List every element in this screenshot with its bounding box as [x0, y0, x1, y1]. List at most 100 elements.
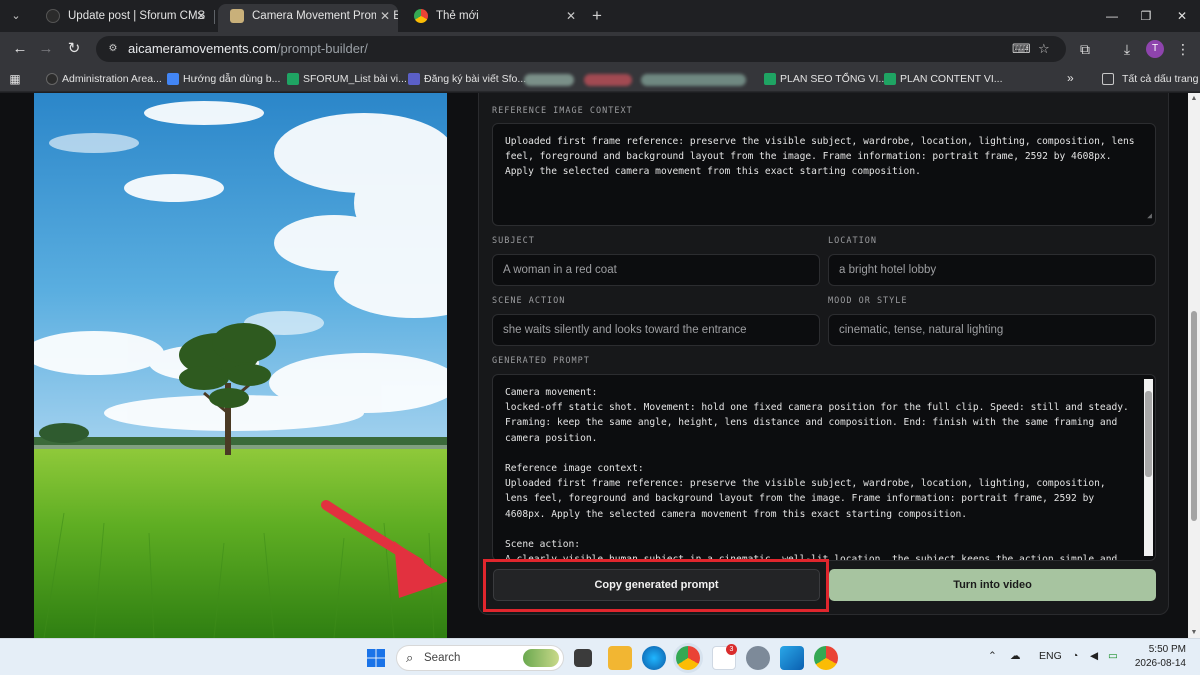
- taskbar-search-text: Search: [424, 652, 461, 664]
- blurred-bookmark[interactable]: [584, 74, 632, 86]
- bookmark-huong-dan[interactable]: Hướng dẫn dùng b...: [167, 71, 280, 87]
- subject-label: SUBJECT: [492, 236, 535, 246]
- camera-favicon-icon: [230, 9, 244, 23]
- bookmark-star-icon[interactable]: ☆: [1038, 41, 1050, 57]
- new-tab-plus-icon[interactable]: +: [592, 6, 602, 26]
- blurred-bookmark[interactable]: [641, 74, 746, 86]
- tab-camera-movement[interactable]: Camera Movement Prompt Buil ✕: [218, 4, 398, 32]
- page-scrollbar[interactable]: ▲ ▼: [1188, 93, 1200, 638]
- bookmark-dang-ky[interactable]: Đăng ký bài viết Sfo...: [408, 71, 526, 87]
- scroll-up-icon[interactable]: ▲: [1188, 95, 1200, 102]
- location-input[interactable]: a bright hotel lobby: [828, 254, 1156, 286]
- bookmark-plan-seo[interactable]: PLAN SEO TỔNG VI...: [764, 71, 887, 87]
- more-bookmarks-chevron-icon[interactable]: »: [1067, 71, 1074, 85]
- textarea-scrollbar[interactable]: [1144, 379, 1153, 556]
- forms-icon: [408, 73, 420, 85]
- system-clock[interactable]: 5:50 PM 2026-08-14: [1134, 643, 1186, 671]
- textarea-scroll-thumb[interactable]: [1145, 391, 1152, 477]
- mood-or-style-input[interactable]: cinematic, tense, natural lighting: [828, 314, 1156, 346]
- task-view-icon[interactable]: [574, 649, 592, 667]
- scroll-down-icon[interactable]: ▼: [1188, 629, 1200, 636]
- windows-taskbar: ⌕ Search 3 ⌃ ☁ ENG ◔ ◀ ▭ 5:50 PM 2026-08…: [0, 638, 1200, 675]
- tab-title: Update post | Sforum CMS: [68, 10, 206, 22]
- tab-separator: [214, 10, 215, 24]
- turn-into-video-button[interactable]: Turn into video: [829, 569, 1156, 601]
- onedrive-cloud-icon[interactable]: ☁: [1010, 650, 1021, 662]
- reload-icon[interactable]: ↻: [64, 39, 84, 59]
- mail-app-icon[interactable]: [780, 646, 804, 670]
- file-explorer-icon[interactable]: [608, 646, 632, 670]
- battery-icon[interactable]: ▭: [1108, 650, 1118, 662]
- browser-toolbar: ← → ↻ ⚙ aicameramovements.com/prompt-bui…: [0, 32, 1200, 66]
- reference-image-context-value: Uploaded first frame reference: preserve…: [505, 136, 1141, 178]
- generated-prompt-label: GENERATED PROMPT: [492, 356, 590, 366]
- minimize-icon[interactable]: —: [1102, 6, 1122, 26]
- settings-gear-icon[interactable]: [746, 646, 770, 670]
- chrome-favicon-icon: [414, 9, 428, 23]
- bookmark-label: Tất cả dấu trang: [1122, 73, 1199, 85]
- profile-avatar[interactable]: T: [1146, 40, 1164, 58]
- reference-image-context-textarea[interactable]: Uploaded first frame reference: preserve…: [492, 123, 1156, 226]
- page-scroll-thumb[interactable]: [1191, 311, 1197, 521]
- reference-image: [34, 93, 447, 638]
- windows-start-icon[interactable]: [364, 646, 388, 670]
- scene-action-input[interactable]: she waits silently and looks toward the …: [492, 314, 820, 346]
- sheets-icon: [764, 73, 776, 85]
- url-path: /prompt-builder/: [276, 41, 368, 56]
- extensions-puzzle-icon[interactable]: ⧉: [1076, 40, 1094, 58]
- tab-search-chevron-icon[interactable]: ⌄: [8, 8, 24, 24]
- close-tab-icon[interactable]: ✕: [566, 4, 576, 28]
- subject-input[interactable]: A woman in a red coat: [492, 254, 820, 286]
- tab-new-tab[interactable]: Thẻ mới ✕: [402, 4, 584, 32]
- apps-grid-icon[interactable]: ▦: [6, 70, 24, 88]
- sheets-icon: [287, 73, 299, 85]
- edge-browser-icon[interactable]: [642, 646, 666, 670]
- scene-action-label: SCENE ACTION: [492, 296, 566, 306]
- chrome-taskbar-icon[interactable]: [676, 646, 700, 670]
- restore-icon[interactable]: ❐: [1136, 6, 1156, 26]
- chrome-menu-icon[interactable]: ⋮: [1174, 40, 1192, 58]
- generated-prompt-value: Camera movement: locked-off static shot.…: [505, 387, 1129, 561]
- volume-icon[interactable]: ◀: [1090, 650, 1098, 662]
- bookmark-plan-content[interactable]: PLAN CONTENT VI...: [884, 71, 1003, 87]
- search-highlight-image: [523, 649, 559, 667]
- generated-prompt-textarea[interactable]: Camera movement: locked-off static shot.…: [492, 374, 1156, 561]
- url-host: aicameramovements.com: [128, 41, 277, 56]
- bookmark-administration[interactable]: Administration Area...: [46, 71, 162, 87]
- google-docs-icon: [167, 73, 179, 85]
- zalo-notification-badge: 3: [726, 644, 737, 655]
- red-highlight-box: [483, 559, 829, 612]
- language-indicator[interactable]: ENG: [1039, 650, 1062, 662]
- close-tab-icon[interactable]: ✕: [375, 4, 390, 28]
- address-bar[interactable]: ⚙ aicameramovements.com/prompt-builder/ …: [96, 36, 1066, 62]
- url-text[interactable]: aicameramovements.com/prompt-builder/: [128, 41, 368, 56]
- forward-arrow-icon[interactable]: →: [36, 39, 56, 59]
- tab-strip: ⌄ Update post | Sforum CMS ✕ Camera Move…: [0, 0, 1200, 32]
- translate-icon[interactable]: ⌨: [1012, 41, 1031, 57]
- sheets-icon: [884, 73, 896, 85]
- wifi-icon[interactable]: ◔: [1072, 650, 1078, 662]
- all-bookmarks-folder[interactable]: Tất cả dấu trang: [1102, 71, 1198, 87]
- chrome-profile-icon[interactable]: [814, 646, 838, 670]
- bookmark-sforum-list[interactable]: SFORUM_List bài vi...: [287, 71, 407, 87]
- bookmark-label: Hướng dẫn dùng b...: [183, 73, 281, 85]
- show-hidden-icons-chevron-icon[interactable]: ⌃: [988, 650, 997, 662]
- mood-or-style-label: MOOD OR STYLE: [828, 296, 908, 306]
- bookmarks-bar: ▦ Administration Area... Hướng dẫn dùng …: [0, 66, 1200, 92]
- taskbar-search-box[interactable]: ⌕ Search: [396, 645, 564, 671]
- site-info-icon[interactable]: ⚙: [106, 42, 120, 56]
- bookmark-label: Administration Area...: [62, 73, 162, 85]
- close-tab-icon[interactable]: ✕: [196, 4, 206, 28]
- folder-icon: [1102, 73, 1114, 85]
- blurred-bookmark[interactable]: [524, 74, 574, 86]
- back-arrow-icon[interactable]: ←: [10, 39, 30, 59]
- tab-sforum-cms[interactable]: Update post | Sforum CMS ✕: [34, 4, 214, 32]
- bookmark-label: Đăng ký bài viết Sfo...: [424, 73, 527, 85]
- page-viewport: REFERENCE IMAGE CONTEXT Uploaded first f…: [0, 93, 1200, 638]
- bookmark-label: SFORUM_List bài vi...: [303, 73, 407, 85]
- downloads-icon[interactable]: ⤓: [1118, 40, 1136, 58]
- bookmark-label: PLAN SEO TỔNG VI...: [780, 73, 888, 85]
- close-window-icon[interactable]: ✕: [1172, 6, 1192, 26]
- resize-handle-icon[interactable]: ◢: [1147, 208, 1152, 223]
- reference-image-context-label: REFERENCE IMAGE CONTEXT: [492, 106, 633, 116]
